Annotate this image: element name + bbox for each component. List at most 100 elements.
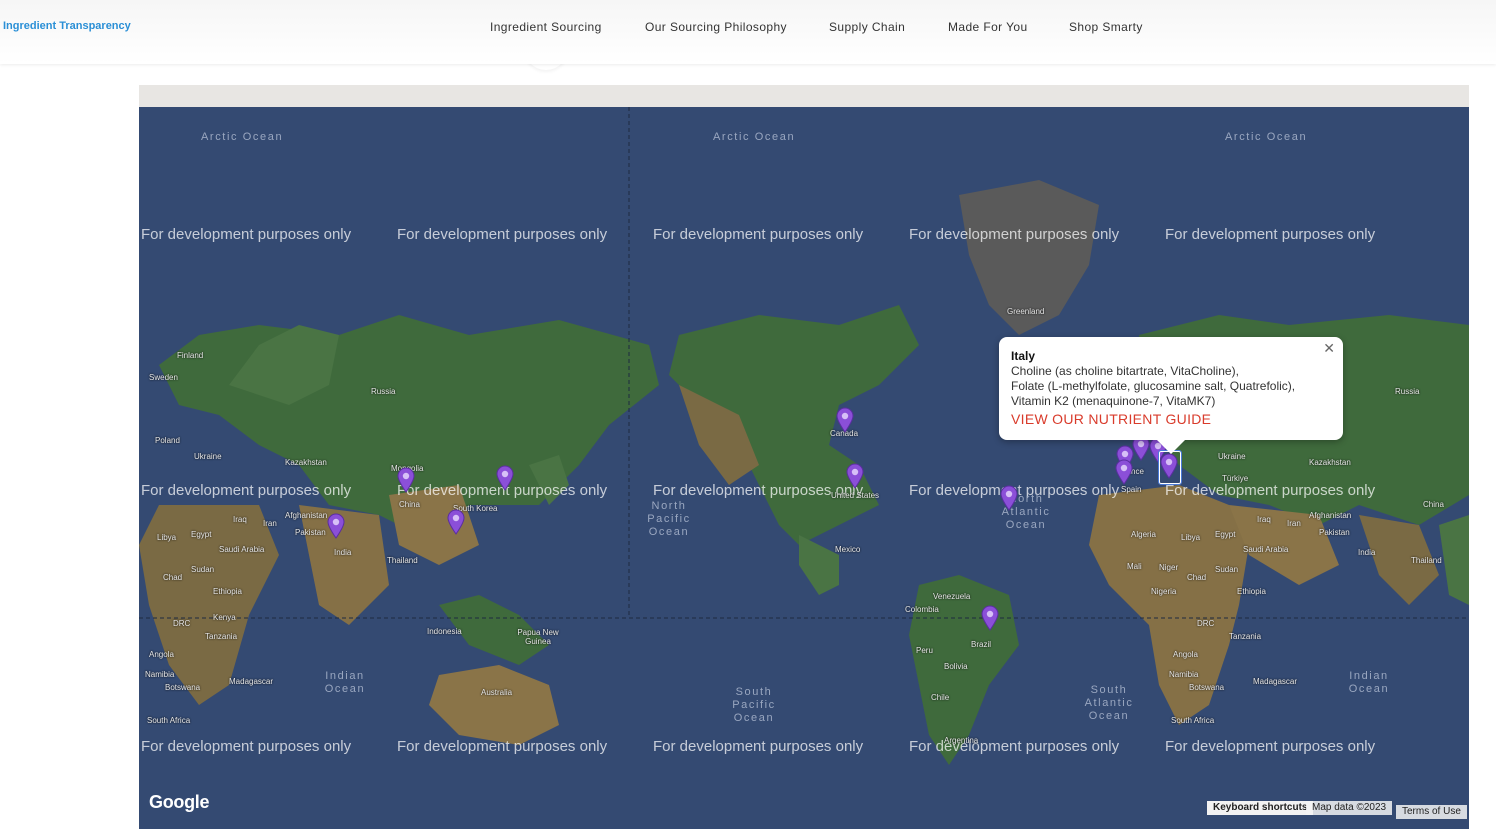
place-label: Tanzania (1229, 632, 1262, 641)
nav-ingredient-sourcing[interactable]: Ingredient Sourcing (490, 20, 602, 34)
map-data-attribution: Map data ©2023 (1306, 801, 1393, 815)
place-label: Finland (177, 351, 204, 360)
place-label: South Africa (147, 716, 191, 725)
ocean-label-south-pacific: South Pacific Ocean (732, 686, 776, 724)
place-label: Chad (1187, 573, 1207, 582)
place-label: Argentina (944, 736, 979, 745)
info-window-line: Choline (as choline bitartrate, VitaChol… (1011, 364, 1239, 378)
place-label: Indonesia (427, 627, 462, 636)
place-label: Kenya (213, 613, 236, 622)
place-label: Spain (1121, 485, 1142, 494)
place-label: Botswana (1189, 683, 1225, 692)
map-pin[interactable] (327, 513, 345, 539)
info-window-line: Vitamin K2 (menaquinone-7, VitaMK7) (1011, 394, 1216, 408)
ocean-label-north-pacific: North Pacific Ocean (647, 500, 691, 538)
map-pin[interactable] (496, 465, 514, 491)
place-label: Pakistan (295, 528, 326, 537)
place-label: Kazakhstan (285, 458, 327, 467)
google-logo: Google (149, 792, 210, 812)
place-label: Iran (263, 519, 277, 528)
nav-shop-smarty[interactable]: Shop Smarty (1069, 20, 1143, 34)
sourcing-map[interactable]: For development purposes only For develo… (139, 85, 1469, 829)
place-label: Iraq (233, 515, 247, 524)
map-pin[interactable] (846, 463, 864, 489)
place-label: Peru (916, 646, 933, 655)
ocean-label-arctic: Arctic Ocean (1225, 131, 1308, 143)
place-label: DRC (173, 619, 191, 628)
place-label: Madagascar (229, 677, 274, 686)
place-label: Thailand (1411, 556, 1442, 565)
site-header: Ingredient Transparency Ingredient Sourc… (0, 0, 1496, 64)
nav-made-for-you[interactable]: Made For You (948, 20, 1028, 34)
place-label: Ethiopia (1237, 587, 1266, 596)
map-pin[interactable] (836, 407, 854, 433)
place-label: Papua New Guinea (517, 628, 559, 646)
selected-marker-outline (1158, 450, 1182, 485)
place-label: Botswana (165, 683, 201, 692)
place-label: Afghanistan (1309, 511, 1352, 520)
place-label: Colombia (905, 605, 939, 614)
place-label: Ukraine (1218, 452, 1246, 461)
place-label: Niger (1159, 563, 1179, 572)
map-pin[interactable] (447, 509, 465, 535)
info-window-line: Folate (L-methylfolate, glucosamine salt… (1011, 379, 1296, 393)
place-label: United States (831, 491, 880, 500)
map-pin[interactable] (1000, 485, 1018, 511)
place-label: Iran (1287, 519, 1301, 528)
ocean-label-indian: Indian Ocean (324, 670, 366, 695)
map-canvas[interactable] (139, 85, 1469, 829)
place-label: Libya (1181, 533, 1201, 542)
place-label: South Africa (1171, 716, 1215, 725)
terms-of-use-link[interactable]: Terms of Use (1396, 805, 1467, 819)
map-pin[interactable] (1115, 459, 1133, 485)
place-label: Brazil (971, 640, 992, 649)
place-label: Egypt (1215, 530, 1236, 539)
place-label: Iraq (1257, 515, 1271, 524)
place-label: Libya (157, 533, 177, 542)
place-label: India (334, 548, 352, 557)
place-label: Namibia (1169, 670, 1199, 679)
place-label: Mali (1127, 562, 1142, 571)
place-label: Russia (1395, 387, 1420, 396)
place-label: Australia (481, 688, 513, 697)
info-window-title: Italy (1011, 349, 1036, 363)
place-label: Angola (149, 650, 174, 659)
place-label: China (1423, 500, 1444, 509)
place-label: Poland (155, 436, 180, 445)
place-label: Venezuela (933, 592, 971, 601)
place-label: Sudan (1215, 565, 1239, 574)
place-label: Angola (1173, 650, 1198, 659)
place-label: Russia (371, 387, 396, 396)
close-icon[interactable]: ✕ (1323, 340, 1335, 357)
place-label: Sweden (149, 373, 178, 382)
ocean-label-south-atlantic: South Atlantic Ocean (1084, 684, 1134, 722)
place-label: Pakistan (1319, 528, 1350, 537)
place-label: Thailand (387, 556, 418, 565)
place-label: Türkiye (1222, 474, 1249, 483)
place-label: Chad (163, 573, 183, 582)
map-pin[interactable] (397, 467, 415, 493)
info-window: Italy Choline (as choline bitartrate, Vi… (999, 337, 1343, 454)
place-label: DRC (1197, 619, 1215, 628)
place-label: Chile (931, 693, 950, 702)
place-label: Algeria (1131, 530, 1156, 539)
place-label: Ethiopia (213, 587, 242, 596)
place-label: Greenland (1007, 307, 1045, 316)
place-label: Mexico (835, 545, 861, 554)
place-label: Ukraine (194, 452, 222, 461)
ocean-label-arctic: Arctic Ocean (713, 131, 796, 143)
place-label: Sudan (191, 565, 215, 574)
ocean-label-arctic: Arctic Ocean (201, 131, 284, 143)
place-label: Madagascar (1253, 677, 1298, 686)
place-label: China (399, 500, 420, 509)
nav-supply-chain[interactable]: Supply Chain (829, 20, 905, 34)
nutrient-guide-link[interactable]: VIEW OUR NUTRIENT GUIDE (1011, 411, 1211, 427)
map-pin[interactable] (981, 605, 999, 631)
main-nav: Ingredient Sourcing Our Sourcing Philoso… (0, 20, 1496, 40)
place-label: India (1358, 548, 1376, 557)
ocean-label-indian: Indian Ocean (1348, 670, 1390, 695)
place-label: Bolivia (944, 662, 968, 671)
keyboard-shortcuts-button[interactable]: Keyboard shortcuts (1207, 801, 1314, 815)
nav-sourcing-philosophy[interactable]: Our Sourcing Philosophy (645, 20, 787, 34)
place-label: Afghanistan (285, 511, 328, 520)
